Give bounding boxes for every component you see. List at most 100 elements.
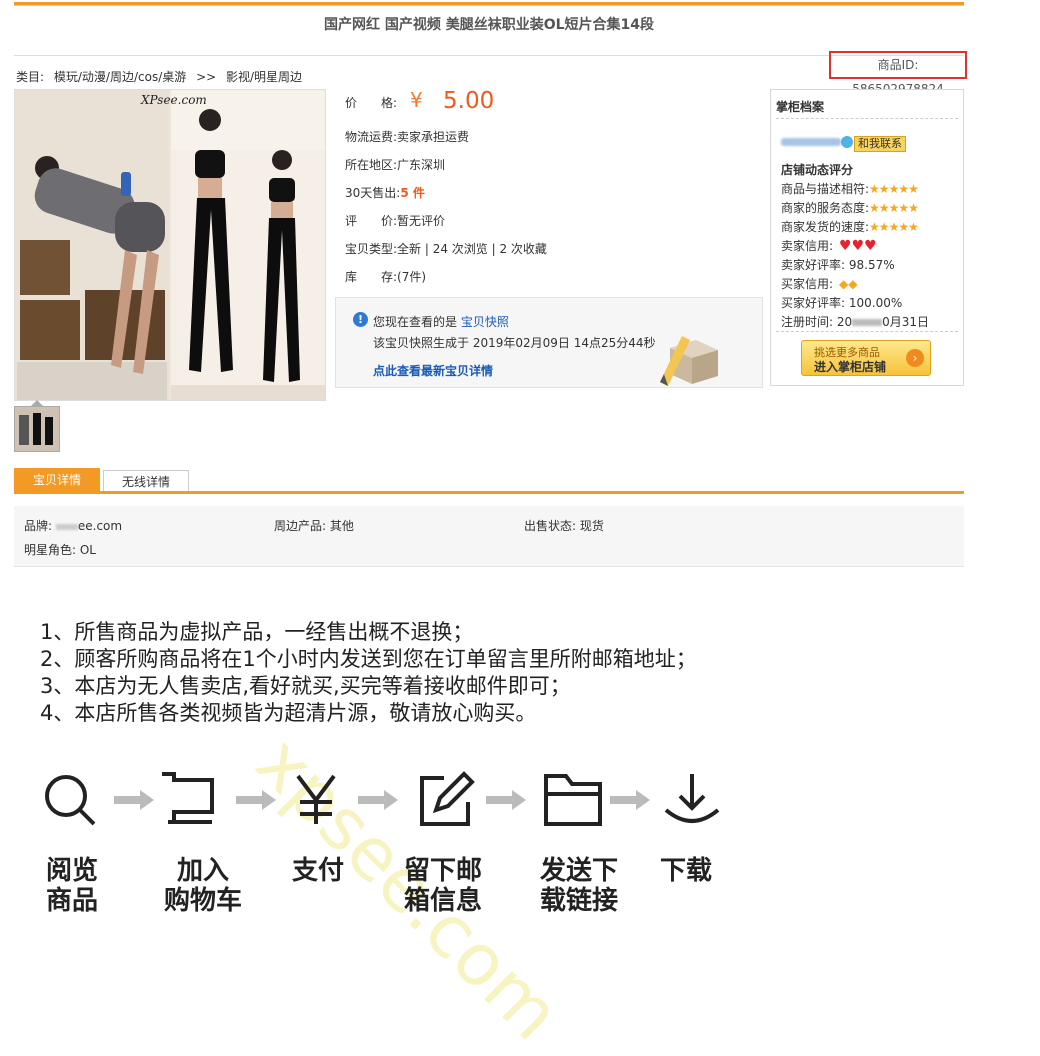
info-icon: ! (353, 312, 368, 327)
breadcrumb-prefix: 类目: (16, 70, 45, 84)
shipping-label: 物流运费: (345, 130, 398, 144)
view-latest-link[interactable]: 点此查看最新宝贝详情 (373, 362, 493, 379)
product-id: 商品ID: 586502978824 (829, 51, 967, 96)
stars-icon: ★★★★★ (869, 220, 919, 234)
attr-brand-value: ee.com (77, 519, 123, 533)
edit-icon (420, 771, 475, 826)
step-line: 箱信息 (404, 886, 483, 916)
step-send-link: 发送下 载链接 (540, 856, 618, 916)
shop-profile: 掌柜档案 和我联系 店铺动态评分 商品与描述相符:★★★★★ 商家的服务态度:★… (770, 89, 964, 386)
arrow-icon (236, 790, 276, 810)
rating-label: 评 价: (345, 214, 398, 228)
buyer-credit-row: 买家信用: ◆◆ (781, 275, 929, 294)
product-thumbnail[interactable] (14, 406, 60, 452)
seller-credit-label: 卖家信用: (781, 239, 834, 253)
dsr-label: 商家发货的速度: (781, 220, 870, 234)
enter-shop-button[interactable]: 挑选更多商品 进入掌柜店铺 › (801, 340, 931, 376)
arrow-icon (610, 790, 650, 810)
step-line: 载链接 (540, 886, 619, 916)
cart-icon (162, 772, 214, 824)
brand-blurred (55, 523, 78, 530)
step-line: 阅览 (46, 856, 99, 886)
price-symbol: ¥ (410, 88, 423, 112)
step-download: 下载 (660, 856, 712, 886)
product-photo: XPsee.com (15, 90, 325, 400)
item-type-row: 宝贝类型:全新 | 24 次浏览 | 2 次收藏 (345, 240, 547, 257)
buyer-rate: 买家好评率: 100.00% (781, 296, 903, 310)
dsr-title: 店铺动态评分 (781, 163, 854, 177)
stars-icon: ★★★★★ (869, 201, 919, 215)
hearts-icon: ♥♥♥ (839, 238, 877, 254)
arrow-right-icon: › (906, 349, 924, 367)
download-icon (664, 774, 720, 823)
attr-role: 明星角色: OL (24, 543, 96, 557)
breadcrumb-category-2[interactable]: 影视/明星周边 (226, 70, 302, 84)
step-line: 发送下 (540, 856, 619, 886)
rating-row: 评 价:暂无评价 (345, 212, 445, 229)
shipping-value: 卖家承担运费 (397, 130, 470, 144)
thumbnail-image (15, 407, 59, 451)
dsr-list: 商品与描述相符:★★★★★ 商家的服务态度:★★★★★ 商家发货的速度:★★★★… (781, 180, 929, 332)
price-value: 5.00 (443, 88, 495, 114)
product-main-image[interactable]: XPsee.com (14, 89, 326, 401)
divider (776, 331, 958, 332)
arrow-icon (486, 790, 526, 810)
arrow-icon (114, 790, 154, 810)
register-prefix: 注册时间: 20 (781, 315, 853, 329)
attr-peripheral: 周边产品: 其他 (274, 519, 354, 533)
attr-brand: 品牌: ee.com (24, 517, 122, 534)
snapshot-notice: ! 您现在查看的是 宝贝快照 该宝贝快照生成于 2019年02月09日 14点2… (335, 297, 763, 388)
location-label: 所在地区: (345, 158, 398, 172)
buyer-credit-label: 买家信用: (781, 277, 834, 291)
box-pencil-icon (660, 336, 718, 386)
location-row: 所在地区:广东深圳 (345, 156, 445, 173)
item-type-value: 全新 | 24 次浏览 | 2 次收藏 (397, 242, 547, 256)
breadcrumb-category-1[interactable]: 模玩/动漫/周边/cos/桌游 (54, 70, 186, 84)
step-browse: 阅览 商品 (46, 856, 98, 916)
price-label: 价 格: (345, 96, 398, 110)
dsr-item: 商品与描述相符:★★★★★ (781, 180, 929, 199)
dsr-label: 商品与描述相符: (781, 182, 870, 196)
enter-shop-line2: 进入掌柜店铺 (814, 360, 887, 374)
breadcrumb-separator: >> (196, 70, 217, 84)
step-pay: 支付 (292, 856, 344, 886)
step-line: 留下邮 (404, 856, 483, 886)
step-line: 支付 (292, 856, 345, 886)
seller-credit-row: 卖家信用: ♥♥♥ (781, 237, 929, 256)
attr-brand-label: 品牌: (24, 519, 56, 533)
step-line: 购物车 (164, 886, 243, 916)
stock-label: 库 存: (345, 270, 398, 284)
seller-rate: 卖家好评率: 98.57% (781, 258, 895, 272)
page-title: 国产网红 国产视频 美腿丝袜职业装OL短片合集14段 (323, 17, 655, 33)
contact-seller-button[interactable]: 和我联系 (854, 136, 906, 152)
rating-value: 暂无评价 (397, 214, 446, 228)
snapshot-link[interactable]: 宝贝快照 (461, 315, 509, 329)
arrow-icon (358, 790, 398, 810)
sales-label: 30天售出: (345, 186, 401, 200)
register-blurred (852, 319, 883, 326)
notice-line-4: 4、本店所售各类视频皆为超清片源，敬请放心购买。 (40, 701, 537, 725)
notice-line-1: 1、所售商品为虚拟产品，一经售出概不退换； (40, 620, 474, 644)
divider (14, 55, 964, 56)
register-time: 注册时间: 20 0月31日 (781, 313, 929, 332)
step-line: 下载 (660, 856, 713, 886)
attribute-list: 品牌: ee.com 周边产品: 其他 出售状态: 现货 明星角色: OL (14, 506, 964, 567)
search-icon (45, 775, 96, 826)
yen-icon (296, 774, 336, 824)
register-suffix: 0月31日 (882, 315, 930, 329)
diamonds-icon: ◆◆ (839, 277, 858, 291)
stock-value: (7件) (397, 270, 427, 284)
tab-item-details[interactable]: 宝贝详情 (14, 468, 100, 492)
snapshot-time: 该宝贝快照生成于 2019年02月09日 14点25分44秒 (373, 336, 656, 350)
item-type-label: 宝贝类型: (345, 242, 398, 256)
stars-icon: ★★★★★ (869, 182, 919, 196)
notice-line-3: 3、本店为无人售卖店,看好就买,买完等着接收邮件即可； (40, 674, 571, 698)
step-add-cart: 加入 购物车 (164, 856, 242, 916)
sales-value: 5 件 (400, 186, 425, 200)
dsr-item: 商家发货的速度:★★★★★ (781, 218, 929, 237)
chat-icon[interactable] (841, 136, 853, 148)
step-email: 留下邮 箱信息 (404, 856, 482, 916)
tab-mobile-details[interactable]: 无线详情 (103, 470, 189, 492)
dsr-item: 商家的服务态度:★★★★★ (781, 199, 929, 218)
shipping-row: 物流运费:卖家承担运费 (345, 128, 469, 145)
